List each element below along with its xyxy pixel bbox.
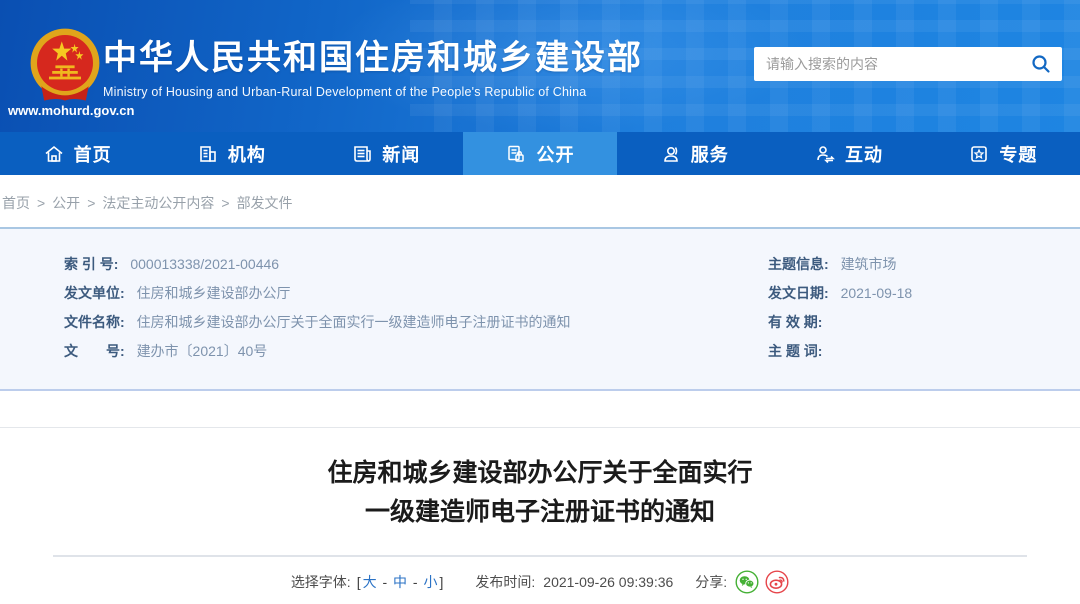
breadcrumb-disclosure[interactable]: 公开 <box>52 195 80 211</box>
share-buttons <box>735 570 789 594</box>
info-label: 发文单位: <box>64 285 125 301</box>
info-label: 发文日期: <box>768 285 829 301</box>
info-label: 主 题 词: <box>768 343 823 359</box>
font-size-selector: [大 - 中 - 小] <box>357 572 444 592</box>
nav-item-disclosure[interactable]: 公开 <box>462 132 618 175</box>
nav-item-organization[interactable]: 机构 <box>154 132 308 175</box>
info-value: 建办市〔2021〕40号 <box>136 343 268 359</box>
info-row-issue-date: 发文日期: 2021-09-18 <box>768 279 1080 308</box>
weibo-share-icon[interactable] <box>765 570 789 594</box>
site-title: 中华人民共和国住房和城乡建设部 <box>103 39 643 77</box>
info-row-index-number: 索 引 号: 000013338/2021-00446 <box>64 250 768 279</box>
info-value: 住房和城乡建设部办公厅 <box>136 285 291 301</box>
nav-item-home[interactable]: 首页 <box>0 132 154 175</box>
site-header: www.mohurd.gov.cn 中华人民共和国住房和城乡建设部 Minist… <box>0 0 1080 132</box>
info-row-keywords: 主 题 词: <box>768 337 1080 366</box>
share-label: 分享: <box>695 574 728 590</box>
document-meta-bar: 选择字体: [大 - 中 - 小] 发布时间: 2021-09-26 09:39… <box>0 570 1080 594</box>
info-label: 有 效 期: <box>768 314 823 330</box>
nav-label: 公开 <box>536 144 575 165</box>
info-row-file-name: 文件名称: 住房和城乡建设部办公厅关于全面实行一级建造师电子注册证书的通知 <box>64 308 768 337</box>
dash: - <box>409 574 422 590</box>
document-title: 住房和城乡建设部办公厅关于全面实行 一级建造师电子注册证书的通知 <box>0 454 1080 532</box>
info-value: 建筑市场 <box>840 256 897 272</box>
site-title-block: 中华人民共和国住房和城乡建设部 Ministry of Housing and … <box>103 38 643 99</box>
service-icon <box>660 143 682 165</box>
search-icon[interactable] <box>1030 53 1052 75</box>
breadcrumb-separator: > <box>37 195 46 211</box>
nav-item-interaction[interactable]: 互动 <box>771 132 925 175</box>
breadcrumb: 首页 > 公开 > 法定主动公开内容 > 部发文件 <box>0 175 1080 227</box>
topics-icon <box>968 143 990 165</box>
info-label: 索 引 号: <box>64 256 119 272</box>
font-select-label: 选择字体: <box>290 574 351 590</box>
breadcrumb-ministry-documents[interactable]: 部发文件 <box>237 195 293 211</box>
info-label: 主题信息: <box>768 256 829 272</box>
main-nav: 首页 机构 新闻 公开 服务 互动 专题 <box>0 132 1080 175</box>
info-label: 文件名称: <box>64 314 125 330</box>
info-value: 2021-09-18 <box>840 285 913 301</box>
nav-item-topics[interactable]: 专题 <box>926 132 1080 175</box>
nav-item-news[interactable]: 新闻 <box>309 132 463 175</box>
search-box <box>754 47 1062 81</box>
info-row-topic-info: 主题信息: 建筑市场 <box>768 250 1080 279</box>
info-label: 文 号: <box>64 343 125 359</box>
nav-item-service[interactable]: 服务 <box>617 132 771 175</box>
info-row-validity: 有 效 期: <box>768 308 1080 337</box>
font-size-medium[interactable]: 中 <box>393 574 407 590</box>
info-value: 000013338/2021-00446 <box>130 256 280 272</box>
national-emblem-icon <box>30 28 100 101</box>
interaction-icon <box>814 143 836 165</box>
news-icon <box>351 143 373 165</box>
info-column-left: 索 引 号: 000013338/2021-00446 发文单位: 住房和城乡建… <box>0 250 768 389</box>
breadcrumb-statutory-disclosure[interactable]: 法定主动公开内容 <box>102 195 214 211</box>
info-row-issuing-unit: 发文单位: 住房和城乡建设部办公厅 <box>64 279 768 308</box>
publish-time-label: 发布时间: <box>475 574 536 590</box>
document-content-area: 住房和城乡建设部办公厅关于全面实行 一级建造师电子注册证书的通知 选择字体: [… <box>0 427 1080 594</box>
document-title-line2: 一级建造师电子注册证书的通知 <box>364 498 715 526</box>
breadcrumb-separator: > <box>87 195 96 211</box>
site-subtitle: Ministry of Housing and Urban-Rural Deve… <box>103 85 587 99</box>
nav-label: 服务 <box>690 144 729 165</box>
document-title-line1: 住房和城乡建设部办公厅关于全面实行 <box>327 459 753 487</box>
nav-label: 互动 <box>845 144 884 165</box>
info-value: 住房和城乡建设部办公厅关于全面实行一级建造师电子注册证书的通知 <box>136 314 571 330</box>
nav-label: 机构 <box>227 144 266 165</box>
breadcrumb-separator: > <box>221 195 230 211</box>
info-column-right: 主题信息: 建筑市场 发文日期: 2021-09-18 有 效 期: 主 题 词… <box>768 250 1080 389</box>
breadcrumb-home[interactable]: 首页 <box>2 195 30 211</box>
document-info-panel: 索 引 号: 000013338/2021-00446 发文单位: 住房和城乡建… <box>0 227 1080 391</box>
dash: - <box>378 574 392 590</box>
title-divider <box>53 555 1027 557</box>
nav-label: 首页 <box>73 144 112 165</box>
publish-time-value: 2021-09-26 09:39:36 <box>543 574 674 590</box>
font-size-large[interactable]: 大 <box>363 574 377 590</box>
home-icon <box>43 143 65 165</box>
bracket: ] <box>439 574 444 590</box>
nav-label: 专题 <box>999 144 1038 165</box>
nav-label: 新闻 <box>382 144 421 165</box>
search-input[interactable] <box>766 56 1030 72</box>
site-url: www.mohurd.gov.cn <box>8 103 135 118</box>
wechat-share-icon[interactable] <box>735 570 759 594</box>
bracket: [ <box>356 574 361 590</box>
info-row-document-number: 文 号: 建办市〔2021〕40号 <box>64 337 768 366</box>
font-size-small[interactable]: 小 <box>424 574 438 590</box>
disclosure-icon <box>505 143 527 165</box>
organization-icon <box>197 143 219 165</box>
